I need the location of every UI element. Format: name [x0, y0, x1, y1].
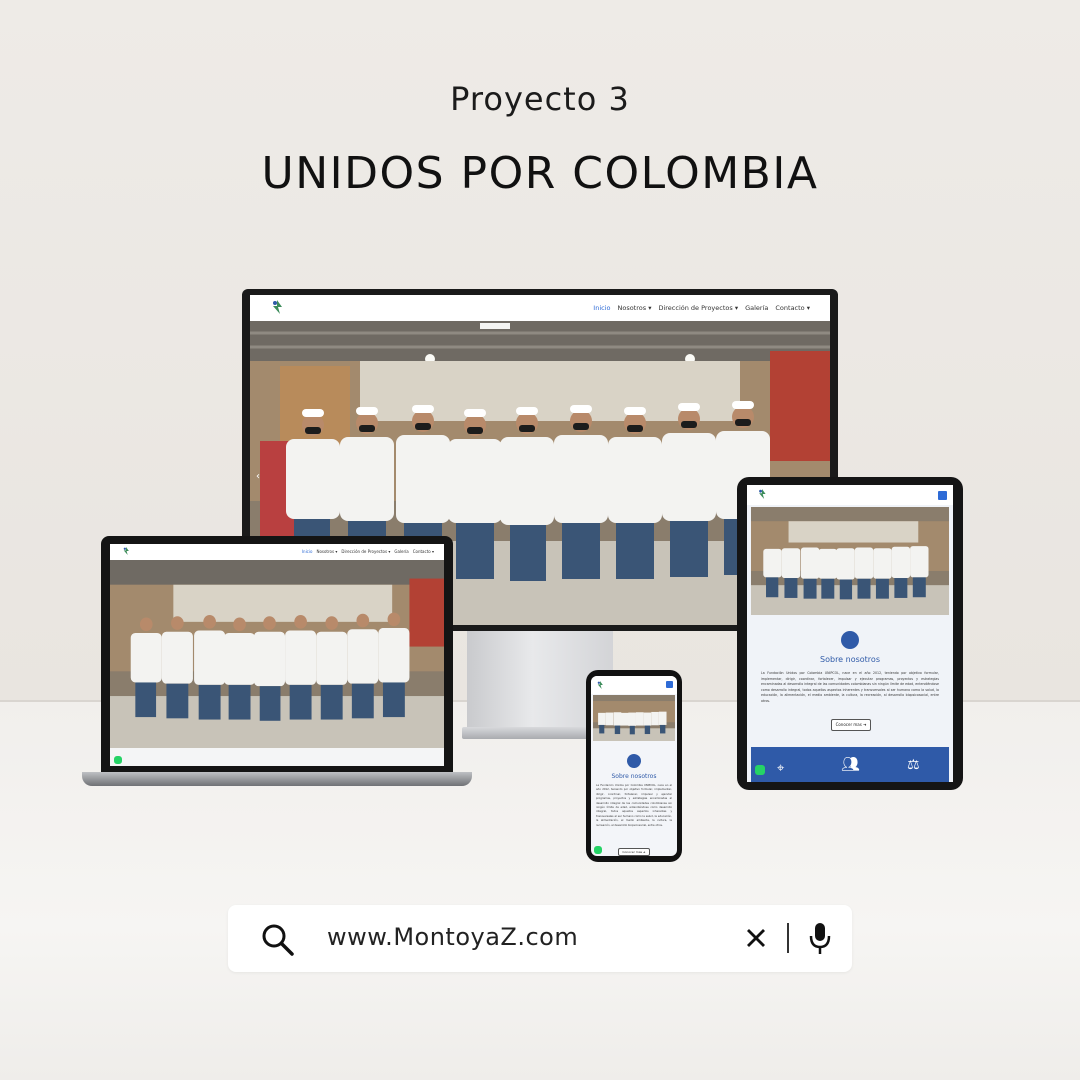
- hamburger-menu-icon[interactable]: [666, 681, 673, 688]
- nav-nosotros[interactable]: Nosotros ▾: [316, 549, 337, 554]
- phone-navbar: [591, 676, 677, 694]
- nav-inicio[interactable]: Inicio: [593, 304, 610, 312]
- laptop-menu: Inicio Nosotros ▾ Dirección de Proyectos…: [302, 549, 434, 554]
- scale-icon: ⚖: [907, 757, 920, 773]
- search-bar[interactable]: www.MontoyaZ.com: [228, 905, 852, 972]
- microphone-icon[interactable]: [808, 922, 832, 960]
- nav-contacto[interactable]: Contacto ▾: [775, 304, 810, 312]
- whatsapp-icon[interactable]: [594, 846, 602, 854]
- hero-team-photo: [593, 695, 675, 741]
- search-icon[interactable]: [261, 923, 295, 961]
- laptop-website: Inicio Nosotros ▾ Dirección de Proyectos…: [110, 544, 444, 766]
- about-title: Sobre nosotros: [611, 773, 657, 780]
- about-title: Sobre nosotros: [820, 655, 880, 664]
- nav-direccion-proyectos[interactable]: Dirección de Proyectos ▾: [341, 549, 390, 554]
- laptop-base: [82, 772, 472, 786]
- nav-nosotros[interactable]: Nosotros ▾: [617, 304, 651, 312]
- about-hands-icon: [627, 754, 641, 768]
- search-divider: [787, 923, 789, 953]
- tablet-navbar: [747, 485, 953, 505]
- nav-direccion-proyectos[interactable]: Dirección de Proyectos ▾: [658, 304, 738, 312]
- desktop-menu: Inicio Nosotros ▾ Dirección de Proyectos…: [593, 304, 810, 312]
- site-logo-icon[interactable]: [270, 299, 284, 315]
- people-icon: 👥︎: [841, 755, 861, 773]
- nav-contacto[interactable]: Contacto ▾: [413, 549, 434, 554]
- laptop-device: Inicio Nosotros ▾ Dirección de Proyectos…: [101, 536, 453, 774]
- nav-galeria[interactable]: Galería: [394, 549, 408, 554]
- phone-website: Sobre nosotros La Fundación Unidos por C…: [591, 676, 677, 856]
- laptop-navbar: Inicio Nosotros ▾ Dirección de Proyectos…: [110, 544, 444, 560]
- site-logo-icon[interactable]: [596, 680, 604, 690]
- project-kicker: Proyecto 3: [450, 80, 630, 118]
- team-photo-image: [593, 695, 675, 741]
- about-text: La Fundación Unidos por Colombia UNIPCOL…: [596, 784, 672, 827]
- about-hands-icon: [841, 631, 859, 649]
- carousel-prev-icon[interactable]: ‹: [256, 471, 260, 482]
- hamburger-menu-icon[interactable]: [938, 491, 947, 500]
- hero-team-photo: [110, 560, 444, 748]
- clear-icon[interactable]: [745, 927, 767, 953]
- map-icon: ⌖: [777, 761, 785, 776]
- conocer-mas-button[interactable]: Conocer mas ➜: [618, 848, 650, 856]
- team-photo-image: [751, 507, 949, 615]
- about-text: La Fundación Unidos por Colombia UNIPCOL…: [761, 671, 939, 703]
- team-photo-image: [110, 560, 444, 748]
- nav-galeria[interactable]: Galería: [745, 304, 768, 312]
- conocer-mas-button[interactable]: Conocer mas ➜: [831, 719, 871, 731]
- desktop-navbar: Inicio Nosotros ▾ Dirección de Proyectos…: [250, 295, 830, 321]
- site-logo-icon[interactable]: [757, 488, 767, 500]
- tablet-device: Sobre nosotros La Fundación Unidos por C…: [737, 477, 963, 790]
- phone-device: Sobre nosotros La Fundación Unidos por C…: [586, 670, 682, 862]
- site-logo-icon[interactable]: [122, 546, 130, 556]
- search-query[interactable]: www.MontoyaZ.com: [327, 923, 578, 951]
- whatsapp-icon[interactable]: [114, 756, 122, 764]
- tablet-website: Sobre nosotros La Fundación Unidos por C…: [747, 485, 953, 782]
- whatsapp-icon[interactable]: [755, 765, 765, 775]
- nav-inicio[interactable]: Inicio: [302, 549, 313, 554]
- hero-team-photo: [751, 507, 949, 615]
- project-title: UNIDOS POR COLOMBIA: [261, 148, 819, 199]
- services-band: ⌖ 👥︎ ⚖: [751, 747, 949, 782]
